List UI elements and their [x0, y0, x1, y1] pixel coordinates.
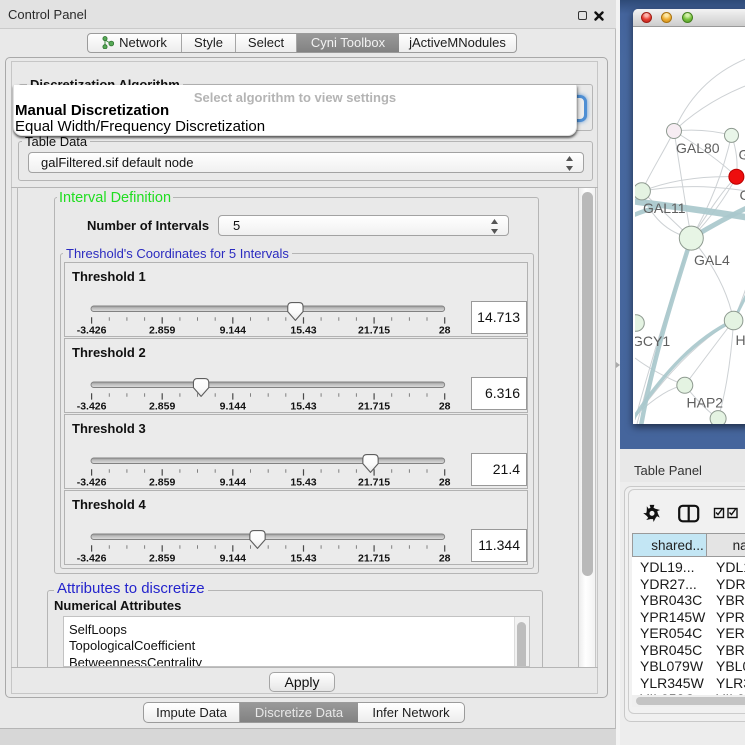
- svg-text:28: 28: [439, 477, 451, 489]
- svg-text:2.859: 2.859: [149, 477, 175, 489]
- svg-text:21.715: 21.715: [358, 325, 390, 337]
- svg-text:28: 28: [439, 325, 451, 337]
- svg-text:9.144: 9.144: [220, 325, 246, 337]
- svg-text:9.144: 9.144: [220, 401, 246, 413]
- svg-text:GAL80: GAL80: [676, 140, 720, 156]
- svg-text:-3.426: -3.426: [77, 477, 107, 489]
- svg-text:GAL4: GAL4: [694, 252, 730, 268]
- svg-text:2.859: 2.859: [149, 553, 175, 565]
- svg-text:GA: GA: [739, 147, 745, 163]
- svg-text:C: C: [740, 187, 745, 203]
- svg-text:21.715: 21.715: [358, 477, 390, 489]
- svg-text:GCY1: GCY1: [635, 333, 670, 349]
- svg-text:28: 28: [439, 553, 451, 565]
- svg-text:-3.426: -3.426: [77, 401, 107, 413]
- svg-text:21.715: 21.715: [358, 553, 390, 565]
- svg-text:HAP2: HAP2: [687, 395, 724, 411]
- svg-text:15.43: 15.43: [290, 477, 316, 489]
- svg-text:15.43: 15.43: [290, 325, 316, 337]
- svg-text:GAL11: GAL11: [643, 200, 686, 216]
- svg-text:21.715: 21.715: [358, 401, 390, 413]
- svg-text:9.144: 9.144: [220, 477, 246, 489]
- svg-text:9.144: 9.144: [220, 553, 246, 565]
- svg-text:-3.426: -3.426: [77, 325, 107, 337]
- svg-text:15.43: 15.43: [290, 401, 316, 413]
- svg-text:28: 28: [439, 401, 451, 413]
- svg-text:-3.426: -3.426: [77, 553, 107, 565]
- svg-text:15.43: 15.43: [290, 553, 316, 565]
- svg-text:2.859: 2.859: [149, 401, 175, 413]
- svg-text:H: H: [736, 332, 745, 348]
- svg-text:2.859: 2.859: [149, 325, 175, 337]
